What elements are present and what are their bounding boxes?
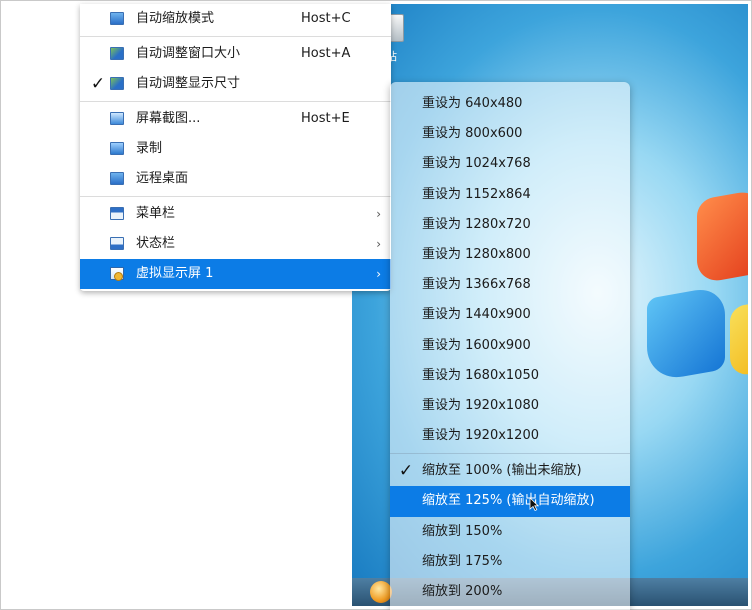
- menu-separator: [80, 196, 391, 197]
- submenu-arrow-icon: ›: [376, 237, 381, 251]
- menu-item-label: 重设为 640x480: [422, 96, 523, 111]
- resize-option-1366x768[interactable]: 重设为 1366x768: [390, 270, 630, 300]
- resize-option-1280x720[interactable]: 重设为 1280x720: [390, 210, 630, 240]
- menu-item-shortcut: Host+A: [301, 46, 351, 61]
- menu-item-label: 重设为 1920x1200: [422, 428, 539, 444]
- menu-item-label: 自动缩放模式: [136, 11, 215, 26]
- menu-item-auto-resize-window[interactable]: 自动调整窗口大小 Host+A: [80, 39, 391, 69]
- menu-item-menubar[interactable]: 菜单栏 ›: [80, 199, 391, 229]
- scale-option-175[interactable]: 缩放到 175%: [390, 547, 630, 577]
- submenu-arrow-icon: ›: [376, 267, 381, 281]
- resize-option-640x480[interactable]: 重设为 640x480: [390, 89, 630, 119]
- scale-mode-icon: [110, 12, 124, 25]
- menu-item-label: 重设为 1280x720: [422, 216, 531, 232]
- windows-logo-blue-pane: [647, 285, 725, 383]
- menu-item-label: 远程桌面: [136, 171, 189, 186]
- menu-item-virtual-display-1[interactable]: 虚拟显示屏 1 ›: [80, 259, 391, 289]
- menu-item-auto-resize-display[interactable]: ✓ 自动调整显示尺寸: [80, 69, 391, 99]
- statusbar-icon: [110, 237, 124, 250]
- menu-item-label: 重设为 800x600: [422, 126, 523, 142]
- menu-item-label: 重设为 1600x900: [422, 337, 531, 353]
- menu-item-statusbar[interactable]: 状态栏 ›: [80, 229, 391, 259]
- menu-item-label: 自动调整窗口大小: [136, 46, 241, 61]
- menu-item-label: 缩放到 150%: [422, 523, 503, 539]
- menu-item-label: 虚拟显示屏 1: [136, 266, 214, 281]
- menu-separator: [80, 101, 391, 102]
- menu-item-screenshot[interactable]: 屏幕截图... Host+E: [80, 104, 391, 134]
- menu-item-label: 重设为 1280x800: [422, 246, 531, 262]
- menu-item-label: 录制: [136, 141, 163, 156]
- menu-item-label: 缩放至 125% (输出自动缩放): [422, 493, 595, 509]
- windows-logo-yellow-pane: [730, 300, 748, 378]
- menu-item-label: 缩放到 200%: [422, 584, 503, 599]
- mouse-pointer-icon: [529, 497, 539, 511]
- menu-item-label: 重设为 1024x768: [422, 156, 531, 172]
- menubar-icon: [110, 207, 124, 220]
- resize-option-1920x1080[interactable]: 重设为 1920x1080: [390, 391, 630, 421]
- remote-desktop-icon: [110, 172, 124, 185]
- menu-item-label: 缩放至 100% (输出未缩放): [422, 463, 582, 479]
- menu-item-label: 重设为 1152x864: [422, 186, 531, 202]
- menu-item-record[interactable]: 录制: [80, 134, 391, 164]
- scale-option-100[interactable]: ✓ 缩放至 100% (输出未缩放): [390, 456, 630, 486]
- menu-item-label: 重设为 1366x768: [422, 277, 531, 293]
- resize-option-1680x1050[interactable]: 重设为 1680x1050: [390, 361, 630, 391]
- menu-separator: [80, 36, 391, 37]
- menu-item-label: 重设为 1920x1080: [422, 397, 539, 413]
- resize-option-1600x900[interactable]: 重设为 1600x900: [390, 331, 630, 361]
- screenshot-icon: [110, 112, 124, 125]
- resize-display-icon: [110, 77, 124, 90]
- windows-logo-red-pane: [697, 187, 748, 285]
- menu-item-auto-scale-mode[interactable]: 自动缩放模式 Host+C: [80, 4, 391, 34]
- menu-item-shortcut: Host+E: [301, 111, 350, 126]
- view-menu: 自动缩放模式 Host+C 自动调整窗口大小 Host+A ✓ 自动调整显示尺寸…: [80, 4, 391, 291]
- menu-item-label: 重设为 1440x900: [422, 307, 531, 323]
- scale-option-150[interactable]: 缩放到 150%: [390, 517, 630, 547]
- submenu-arrow-icon: ›: [376, 207, 381, 221]
- record-icon: [110, 142, 124, 155]
- menu-item-label: 重设为 1680x1050: [422, 367, 539, 383]
- menu-item-remote-desktop[interactable]: 远程桌面: [80, 164, 391, 194]
- menu-separator: [390, 453, 630, 455]
- menu-item-label: 自动调整显示尺寸: [136, 76, 241, 91]
- resize-window-icon: [110, 47, 124, 60]
- checkmark-icon: ✓: [90, 74, 106, 94]
- menu-item-label: 屏幕截图...: [136, 111, 201, 126]
- virtual-display-icon: [110, 267, 124, 281]
- start-orb-icon[interactable]: [370, 581, 392, 603]
- scale-option-200[interactable]: 缩放到 200%: [390, 577, 630, 607]
- resize-option-1440x900[interactable]: 重设为 1440x900: [390, 300, 630, 330]
- menu-item-label: 状态栏: [136, 236, 176, 251]
- resize-option-1152x864[interactable]: 重设为 1152x864: [390, 180, 630, 210]
- menu-item-label: 缩放到 175%: [422, 553, 503, 569]
- scale-option-125[interactable]: 缩放至 125% (输出自动缩放): [390, 486, 630, 517]
- menu-item-shortcut: Host+C: [301, 11, 351, 26]
- resize-option-1024x768[interactable]: 重设为 1024x768: [390, 149, 630, 179]
- resize-option-800x600[interactable]: 重设为 800x600: [390, 119, 630, 149]
- menu-item-label: 菜单栏: [136, 206, 176, 221]
- resize-option-1280x800[interactable]: 重设为 1280x800: [390, 240, 630, 270]
- resize-option-1920x1200[interactable]: 重设为 1920x1200: [390, 421, 630, 451]
- virtual-display-submenu: 重设为 640x480 重设为 800x600 重设为 1024x768 重设为…: [390, 82, 630, 610]
- checkmark-icon: ✓: [398, 461, 414, 482]
